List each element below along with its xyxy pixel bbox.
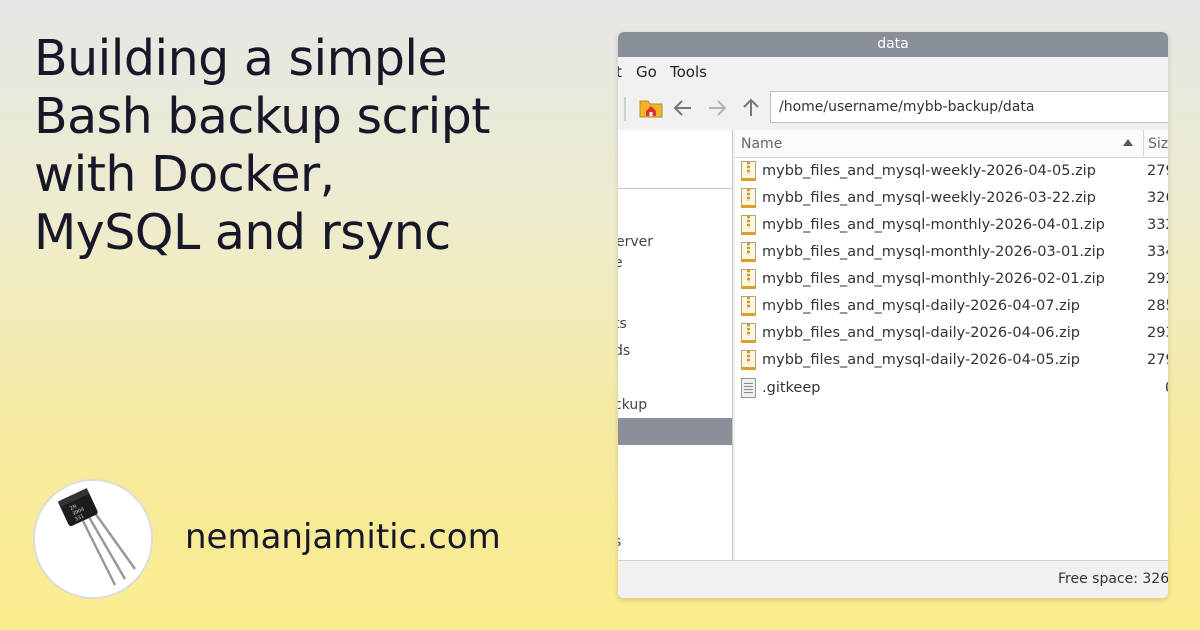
free-space-text: Free space: 326. (1058, 571, 1168, 587)
forward-arrow-icon[interactable] (704, 95, 730, 121)
text-file-icon (741, 378, 756, 398)
sidebar-item[interactable]: ds (618, 343, 630, 359)
file-row[interactable]: mybb_files_and_mysql-monthly-2026-02-01.… (735, 266, 1168, 293)
sidebar-item[interactable]: ckup (618, 397, 647, 413)
column-header-size[interactable]: Siz (1148, 136, 1168, 152)
sidebar-item[interactable]: e (618, 255, 623, 271)
zip-file-icon (741, 215, 756, 235)
sidebar-item[interactable]: ts (618, 316, 627, 332)
file-size: 293 (1147, 325, 1168, 341)
menu-edit[interactable]: t (618, 63, 622, 81)
post-title: Building a simple Bash backup script wit… (34, 30, 604, 262)
file-size: 285 (1147, 298, 1168, 314)
file-row[interactable]: mybb_files_and_mysql-weekly-2026-04-05.z… (735, 158, 1168, 185)
menu-tools[interactable]: Tools (670, 63, 707, 81)
file-row[interactable]: mybb_files_and_mysql-daily-2026-04-07.zi… (735, 293, 1168, 320)
file-name: mybb_files_and_mysql-daily-2026-04-07.zi… (762, 298, 1080, 314)
back-arrow-icon[interactable] (670, 95, 696, 121)
window-title[interactable]: data (618, 32, 1168, 57)
sidebar-item-selected[interactable] (618, 418, 732, 445)
toolbar: /home/username/mybb-backup/data (618, 87, 1168, 130)
zip-file-icon (741, 350, 756, 370)
file-row[interactable]: .gitkeep 0 (735, 375, 1168, 402)
toolbar-separator (624, 97, 626, 121)
menu-go[interactable]: Go (636, 63, 657, 81)
post-title-line: Bash backup script (34, 88, 491, 145)
file-size: 326 (1147, 190, 1168, 206)
file-size: 332 (1147, 217, 1168, 233)
column-header-name[interactable]: Name (741, 136, 782, 152)
file-size: 0 (1165, 380, 1168, 396)
site-url[interactable]: nemanjamitic.com (185, 517, 501, 557)
file-name: mybb_files_and_mysql-weekly-2026-04-05.z… (762, 163, 1096, 179)
location-bar[interactable]: /home/username/mybb-backup/data (770, 91, 1168, 123)
file-size: 334 (1147, 244, 1168, 260)
zip-file-icon (741, 242, 756, 262)
file-size: 292 (1147, 271, 1168, 287)
file-name: mybb_files_and_mysql-monthly-2026-03-01.… (762, 244, 1105, 260)
file-name: mybb_files_and_mysql-monthly-2026-04-01.… (762, 217, 1105, 233)
sidebar-item[interactable]: s (618, 534, 621, 550)
file-row[interactable]: mybb_files_and_mysql-monthly-2026-03-01.… (735, 239, 1168, 266)
file-manager-window: data t Go Tools /home/username/mybb-back… (618, 32, 1168, 598)
sort-ascending-icon (1123, 139, 1133, 146)
sidebar-divider (618, 188, 732, 189)
sidebar-item[interactable]: erver (618, 234, 653, 250)
column-divider[interactable] (1143, 130, 1144, 157)
file-name: mybb_files_and_mysql-monthly-2026-02-01.… (762, 271, 1105, 287)
list-header: Name Siz (735, 130, 1168, 158)
zip-file-icon (741, 269, 756, 289)
transistor-icon: 2N 3904 331 (35, 481, 151, 597)
file-row[interactable]: mybb_files_and_mysql-monthly-2026-04-01.… (735, 212, 1168, 239)
file-name: mybb_files_and_mysql-daily-2026-04-06.zi… (762, 325, 1080, 341)
sidebar: erver e ts ds ckup s (618, 130, 733, 560)
avatar: 2N 3904 331 (33, 479, 153, 599)
zip-file-icon (741, 161, 756, 181)
file-row[interactable]: mybb_files_and_mysql-daily-2026-04-06.zi… (735, 320, 1168, 347)
file-size: 279 (1147, 163, 1168, 179)
zip-file-icon (741, 296, 756, 316)
home-folder-icon[interactable] (638, 95, 664, 121)
file-size: 279 (1147, 352, 1168, 368)
post-title-line: Building a simple (34, 30, 448, 87)
status-bar: Free space: 326. (618, 560, 1168, 598)
file-row[interactable]: mybb_files_and_mysql-weekly-2026-03-22.z… (735, 185, 1168, 212)
zip-file-icon (741, 188, 756, 208)
menu-bar: t Go Tools (618, 57, 1168, 87)
zip-file-icon (741, 323, 756, 343)
up-arrow-icon[interactable] (738, 95, 764, 121)
file-name: .gitkeep (762, 380, 821, 396)
post-title-line: MySQL and rsync (34, 204, 451, 261)
file-list: Name Siz mybb_files_and_mysql-weekly-202… (735, 130, 1168, 560)
file-name: mybb_files_and_mysql-weekly-2026-03-22.z… (762, 190, 1096, 206)
file-row[interactable]: mybb_files_and_mysql-daily-2026-04-05.zi… (735, 347, 1168, 374)
file-name: mybb_files_and_mysql-daily-2026-04-05.zi… (762, 352, 1080, 368)
post-title-line: with Docker, (34, 146, 335, 203)
